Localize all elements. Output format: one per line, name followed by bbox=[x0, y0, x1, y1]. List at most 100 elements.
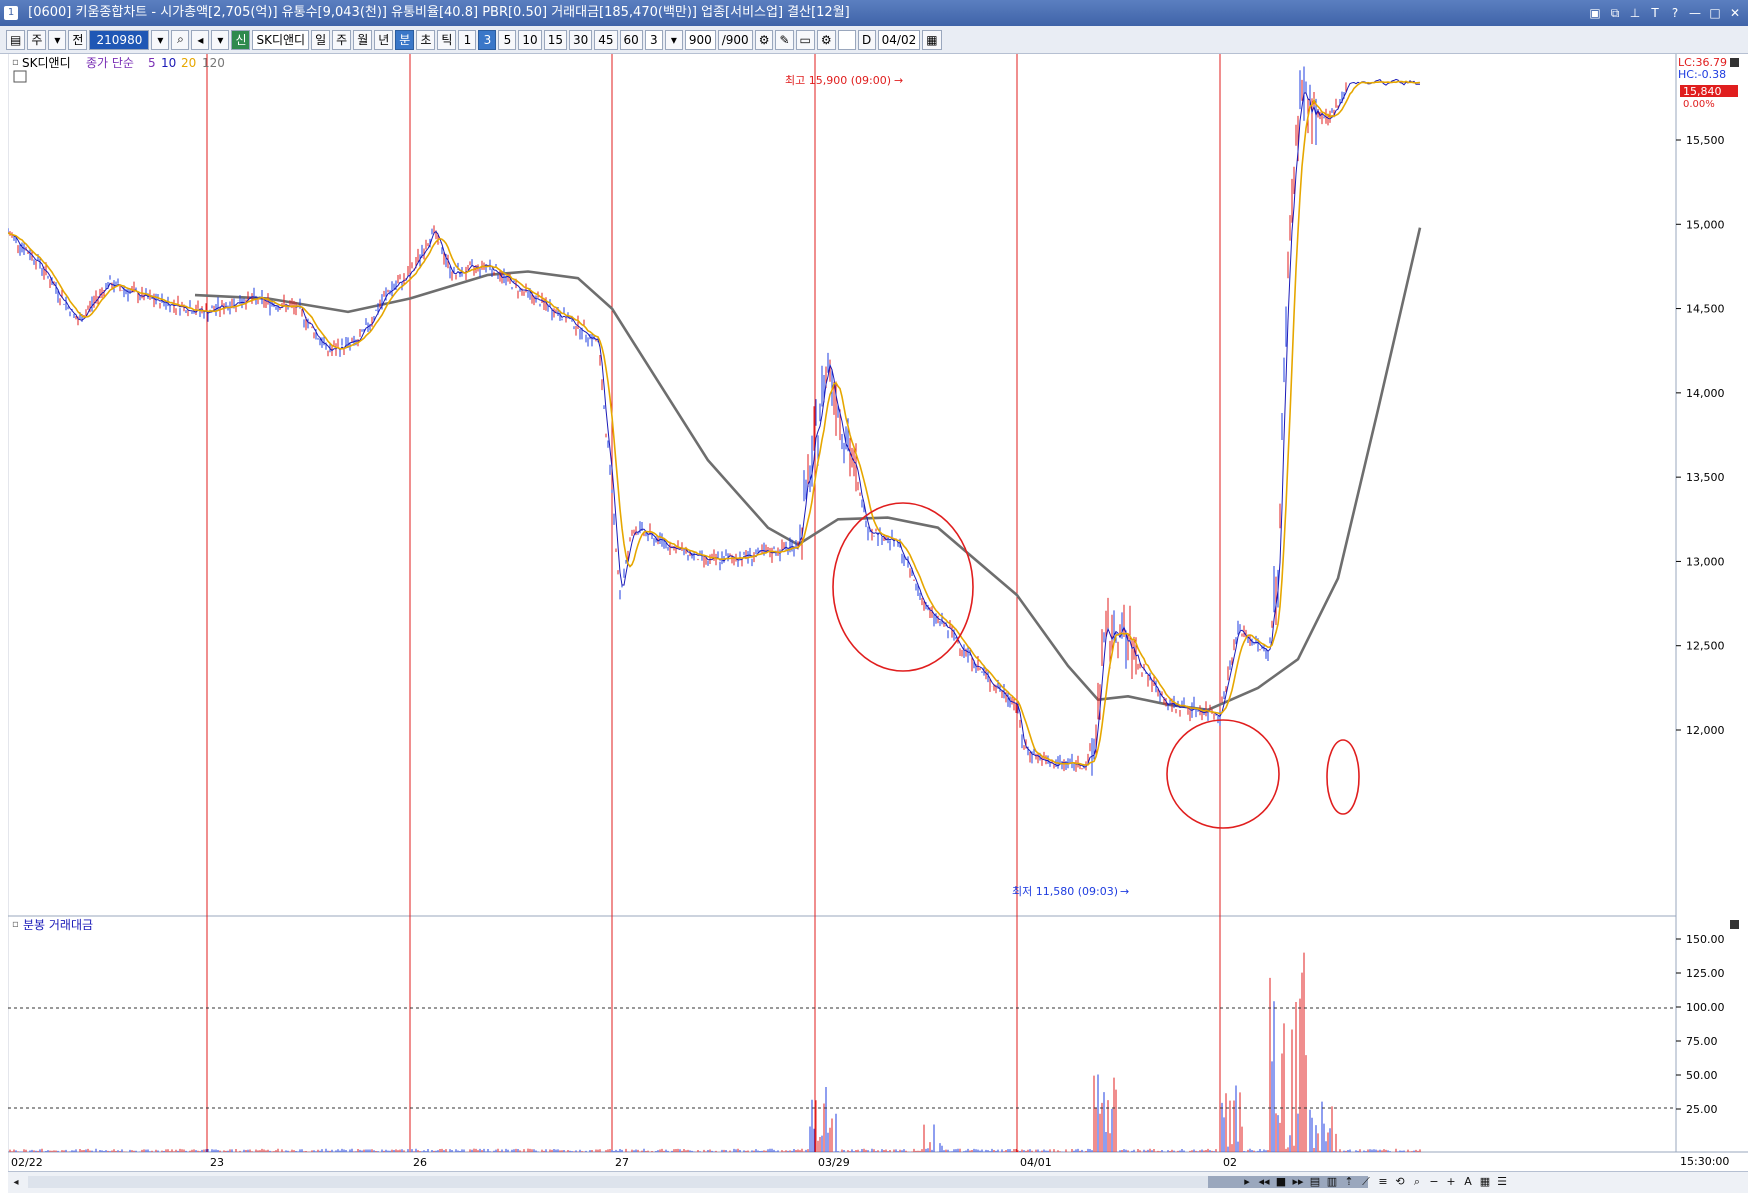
x-tick-label: 27 bbox=[615, 1156, 629, 1169]
count-max: /900 bbox=[717, 29, 753, 50]
window-title: [0600] 키움종합차트 - 시가총액[2,705(억)] 유통수[9,043… bbox=[28, 5, 850, 20]
rotate-icon[interactable]: ⟲ bbox=[1393, 1174, 1407, 1190]
price-close-icon[interactable] bbox=[1730, 58, 1739, 67]
change-pct: 0.00% bbox=[1683, 99, 1715, 110]
legend-indicator: 종가 단순 bbox=[86, 56, 134, 70]
search-icon[interactable]: ⌕ bbox=[171, 29, 190, 50]
price-tick-label: 14,500 bbox=[1686, 303, 1725, 316]
period-week[interactable]: 주 bbox=[332, 29, 352, 50]
layout-icon[interactable]: ▣ bbox=[1586, 4, 1604, 22]
toolbar: ▤ 주 ▾ 전 210980 ▾ ⌕ ◂ ▾ 신 SK디앤디 일 주 월 년 분… bbox=[0, 26, 1748, 54]
volume-close-icon[interactable] bbox=[1730, 920, 1739, 929]
period-year[interactable]: 년 bbox=[374, 29, 394, 50]
pin-icon[interactable]: ⊥ bbox=[1626, 4, 1644, 22]
rewind-icon[interactable]: ◂◂ bbox=[1257, 1174, 1271, 1190]
price-tick-label: 12,500 bbox=[1686, 640, 1725, 653]
play-icon[interactable]: ▸ bbox=[1240, 1174, 1254, 1190]
arrow-tool-icon[interactable]: ⇡ bbox=[1342, 1174, 1356, 1190]
interval-15[interactable]: 15 bbox=[543, 29, 567, 50]
close-icon[interactable]: ✕ bbox=[1726, 4, 1744, 22]
scroll-track[interactable] bbox=[28, 1176, 1228, 1188]
legend-ma120: 120 bbox=[202, 56, 225, 70]
market-select[interactable]: 주 bbox=[27, 29, 47, 50]
chevron-down-icon[interactable]: ▾ bbox=[48, 29, 67, 50]
chevron-down-icon[interactable]: ▾ bbox=[211, 29, 230, 50]
chart-canvas[interactable]: ▫ SK디앤디 종가 단순 5 10 20 120 최고 15,900 (09:… bbox=[7, 54, 1748, 1171]
stock-code-input[interactable]: 210980 bbox=[89, 29, 150, 50]
save-icon[interactable]: ▭ bbox=[795, 29, 815, 50]
layout-toggle-icon[interactable]: ▤ bbox=[6, 29, 26, 50]
chart-area[interactable]: ▫ SK디앤디 종가 단순 5 10 20 120 최고 15,900 (09:… bbox=[7, 54, 1748, 1171]
zoom-out-icon[interactable]: − bbox=[1427, 1174, 1441, 1190]
time-label: 15:30:00 bbox=[1680, 1155, 1729, 1168]
x-tick-label: 04/01 bbox=[1020, 1156, 1052, 1169]
period-second[interactable]: 초 bbox=[416, 29, 436, 50]
x-tick-label: 26 bbox=[413, 1156, 427, 1169]
stop-icon[interactable]: ■ bbox=[1274, 1174, 1288, 1190]
zoom-icon[interactable]: ⌕ bbox=[1410, 1174, 1424, 1190]
app-icon: 1 bbox=[4, 6, 18, 20]
layout-b-icon[interactable]: ▥ bbox=[1325, 1174, 1339, 1190]
volume-tick-label: 75.00 bbox=[1686, 1035, 1718, 1048]
layout-a-icon[interactable]: ▤ bbox=[1308, 1174, 1322, 1190]
title-bar: 1 [0600] 키움종합차트 - 시가총액[2,705(억)] 유통수[9,0… bbox=[0, 0, 1748, 26]
scrollbar[interactable]: ◂ ▸ ◂◂ ■ ▸▸ ▤ ▥ ⇡ ⟋ ≡ ⟲ ⌕ − + A ▦ ☰ bbox=[8, 1171, 1748, 1193]
interval-1[interactable]: 1 bbox=[458, 29, 477, 50]
legend-ma20: 20 bbox=[181, 56, 196, 70]
period-day[interactable]: 일 bbox=[311, 29, 331, 50]
table-icon[interactable]: ▦ bbox=[1478, 1174, 1492, 1190]
d-checkbox[interactable] bbox=[837, 29, 856, 50]
line-tool-icon[interactable]: ⟋ bbox=[1359, 1174, 1373, 1190]
mode-select[interactable]: 전 bbox=[68, 29, 88, 50]
interval-30[interactable]: 30 bbox=[568, 29, 593, 50]
text-icon[interactable]: T bbox=[1646, 4, 1664, 22]
speaker-icon[interactable]: ◂ bbox=[191, 29, 210, 50]
count-select[interactable]: 3 bbox=[644, 29, 663, 50]
chevron-down-icon[interactable]: ▾ bbox=[664, 29, 683, 50]
settings-icon[interactable]: ⚙ bbox=[816, 29, 836, 50]
interval-60[interactable]: 60 bbox=[619, 29, 643, 50]
legend-stock: SK디앤디 bbox=[22, 56, 71, 70]
fib-tool-icon[interactable]: ≡ bbox=[1376, 1174, 1390, 1190]
maximize-icon[interactable]: □ bbox=[1706, 4, 1724, 22]
draw-tool-icon[interactable]: ✎ bbox=[775, 29, 794, 50]
volume-tick-label: 125.00 bbox=[1686, 967, 1725, 980]
legend-bullet: ▫ bbox=[12, 57, 19, 68]
minimize-icon[interactable]: — bbox=[1686, 4, 1704, 22]
period-month[interactable]: 월 bbox=[353, 29, 373, 50]
interval-45[interactable]: 45 bbox=[594, 29, 618, 50]
zoom-in-icon[interactable]: + bbox=[1444, 1174, 1458, 1190]
date-input[interactable]: 04/02 bbox=[877, 29, 921, 50]
count-display[interactable]: 900 bbox=[684, 29, 716, 50]
high-annotation: 최고 15,900 (09:00) bbox=[785, 74, 891, 87]
x-tick-label: 02/22 bbox=[11, 1156, 43, 1169]
help-icon[interactable]: ? bbox=[1666, 4, 1684, 22]
legend-ma5: 5 bbox=[148, 56, 156, 70]
scroll-left-icon[interactable]: ◂ bbox=[8, 1175, 24, 1191]
chevron-down-icon[interactable]: ▾ bbox=[151, 29, 170, 50]
calendar-icon[interactable]: ▦ bbox=[922, 29, 942, 50]
volume-tick-label: 50.00 bbox=[1686, 1069, 1718, 1082]
volume-tick-label: 100.00 bbox=[1686, 1001, 1725, 1014]
new-badge: 신 bbox=[231, 29, 251, 50]
volume-tick-label: 150.00 bbox=[1686, 933, 1725, 946]
list-icon[interactable]: ☰ bbox=[1495, 1174, 1509, 1190]
forward-icon[interactable]: ▸▸ bbox=[1291, 1174, 1305, 1190]
hc-label: HC:-0.38 bbox=[1678, 68, 1726, 81]
interval-5[interactable]: 5 bbox=[498, 29, 517, 50]
price-tick-label: 13,000 bbox=[1686, 555, 1725, 568]
interval-3[interactable]: 3 bbox=[478, 29, 497, 50]
indicator-icon[interactable]: ⚙ bbox=[754, 29, 774, 50]
period-tick[interactable]: 틱 bbox=[437, 29, 457, 50]
interval-10[interactable]: 10 bbox=[518, 29, 542, 50]
price-tick-label: 15,500 bbox=[1686, 134, 1725, 147]
price-tick-label: 13,500 bbox=[1686, 471, 1725, 484]
x-tick-label: 02 bbox=[1223, 1156, 1237, 1169]
price-tick-label: 12,000 bbox=[1686, 724, 1725, 737]
period-minute[interactable]: 분 bbox=[395, 29, 415, 50]
text-tool-icon[interactable]: A bbox=[1461, 1174, 1475, 1190]
nav-controls: ▸ ◂◂ ■ ▸▸ ▤ ▥ ⇡ ⟋ ≡ ⟲ ⌕ − + A ▦ ☰ bbox=[1240, 1174, 1509, 1190]
copy-icon[interactable]: ⧉ bbox=[1606, 4, 1624, 22]
window-controls: ▣ ⧉ ⊥ T ? — □ ✕ bbox=[1586, 0, 1744, 26]
stock-name[interactable]: SK디앤디 bbox=[252, 29, 310, 50]
